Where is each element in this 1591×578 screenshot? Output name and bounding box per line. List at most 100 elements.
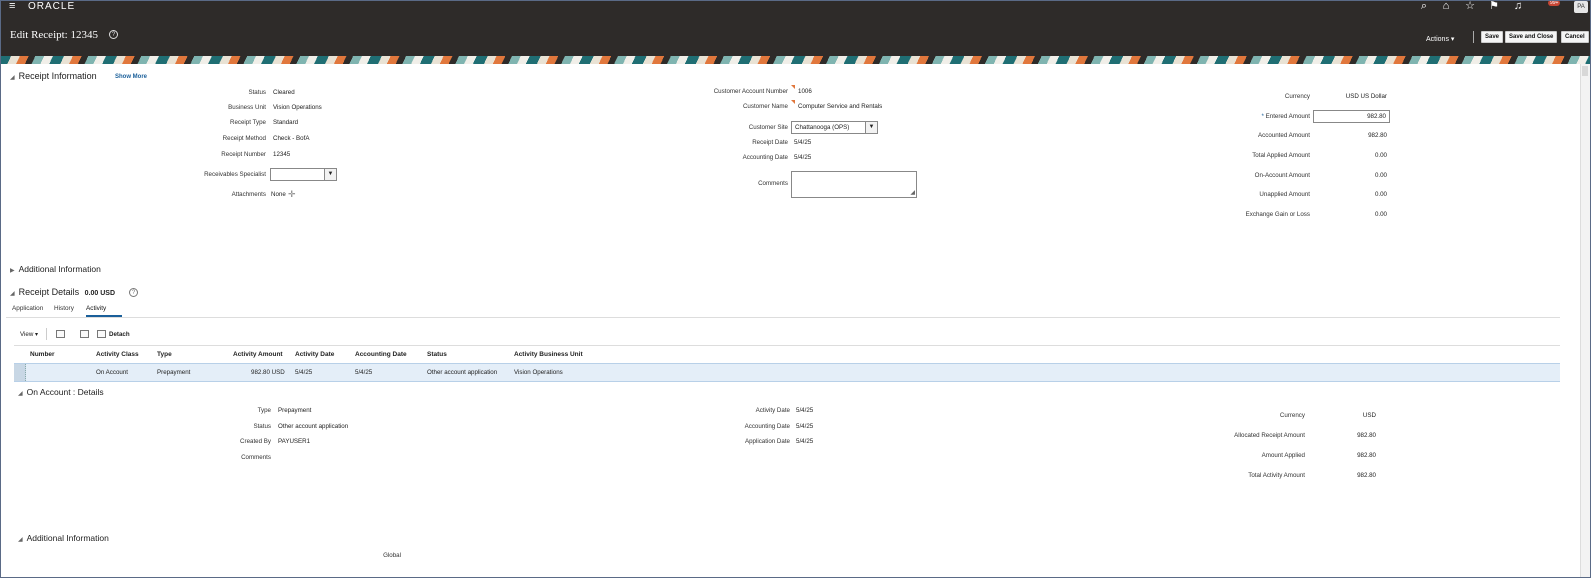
customer-account-number-value[interactable]: 1006 xyxy=(798,88,812,95)
unapplied-amount-label: Unapplied Amount xyxy=(1259,191,1310,198)
add-attachment-icon[interactable]: ✛ xyxy=(288,190,296,199)
view-menu[interactable]: View ▾ xyxy=(20,331,38,338)
wrap-icon[interactable] xyxy=(80,330,89,338)
column-header-accounting-date[interactable]: Accounting Date xyxy=(355,351,407,358)
total-applied-amount-value: 0.00 xyxy=(1374,152,1387,159)
label-text: Entered Amount xyxy=(1265,113,1310,120)
oracle-logo[interactable]: ORACLE xyxy=(28,1,75,12)
tab-application[interactable]: Application xyxy=(12,305,43,312)
section-title: On Account : Details xyxy=(26,387,104,397)
customer-account-number-label: Customer Account Number xyxy=(713,88,788,95)
on-account-details-header[interactable]: ◢ On Account : Details xyxy=(18,387,104,397)
column-header-activity-business-unit[interactable]: Activity Business Unit xyxy=(514,351,583,358)
cell-status: Other account application xyxy=(427,369,498,376)
changed-indicator-icon xyxy=(791,85,795,89)
status-value: Other account application xyxy=(278,423,349,430)
section-title: Additional Information xyxy=(26,533,109,543)
search-icon[interactable]: ⌕ xyxy=(1417,0,1431,14)
accounting-date-label: Accounting Date xyxy=(744,423,790,430)
scrollbar-thumb[interactable] xyxy=(1582,66,1588,76)
menu-icon[interactable]: ≡ xyxy=(9,1,15,12)
receipt-date-value: 5/4/25 xyxy=(794,139,812,146)
amount-applied-label: Amount Applied xyxy=(1261,452,1305,459)
collapse-icon[interactable]: ◢ xyxy=(10,74,15,81)
accounting-date-value: 5/4/25 xyxy=(796,423,814,430)
status-value: Cleared xyxy=(273,89,295,96)
decorative-banner xyxy=(0,56,1591,64)
actions-menu[interactable]: Actions ▾ xyxy=(1426,35,1454,43)
star-icon[interactable]: ☆ xyxy=(1463,0,1477,14)
chevron-down-icon[interactable]: ▼ xyxy=(324,169,336,180)
column-header-type[interactable]: Type xyxy=(157,351,172,358)
vertical-scrollbar[interactable] xyxy=(1580,64,1590,578)
cancel-button[interactable]: Cancel xyxy=(1561,31,1589,43)
flag-icon[interactable]: ⚑ xyxy=(1487,0,1501,14)
global-label: Global xyxy=(383,552,401,559)
tab-history[interactable]: History xyxy=(54,305,74,312)
receivables-specialist-select[interactable]: ▼ xyxy=(270,168,337,181)
receipt-information-header[interactable]: ◢ Receipt Information xyxy=(10,71,97,81)
collapse-icon[interactable]: ◢ xyxy=(18,390,23,397)
divider xyxy=(14,345,1560,346)
column-header-number[interactable]: Number xyxy=(30,351,55,358)
type-value: Prepayment xyxy=(278,407,312,414)
accounting-date-label: Accounting Date xyxy=(742,154,788,161)
cell-business-unit: Vision Operations xyxy=(514,369,563,376)
table-row[interactable] xyxy=(14,363,1560,382)
receipt-details-amount: 0.00 USD xyxy=(84,290,116,297)
detach-icon[interactable] xyxy=(97,330,106,338)
cell-activity-class: On Account xyxy=(96,369,128,376)
row-selector[interactable] xyxy=(14,364,26,381)
section-title: Additional Information xyxy=(18,264,101,274)
status-label: Status xyxy=(248,89,266,96)
entered-amount-input[interactable]: 982.80 xyxy=(1313,110,1390,123)
detach-button[interactable]: Detach xyxy=(109,331,130,338)
cell-accounting-date: 5/4/25 xyxy=(355,369,373,376)
freeze-icon[interactable] xyxy=(56,330,65,338)
receipt-number-label: Receipt Number xyxy=(221,151,266,158)
additional-information-header-2[interactable]: ◢ Additional Information xyxy=(18,533,109,543)
help-icon[interactable]: ? xyxy=(109,30,118,39)
type-label: Type xyxy=(257,407,271,414)
additional-information-header[interactable]: ▶ Additional Information xyxy=(10,264,101,274)
collapse-icon[interactable]: ◢ xyxy=(18,536,23,543)
page-header: Edit Receipt: 12345 ? Actions ▾ Save Sav… xyxy=(0,14,1591,56)
bell-icon[interactable]: ♫ xyxy=(1511,0,1525,14)
comments-textarea[interactable]: ◢ xyxy=(791,171,917,198)
divider xyxy=(6,317,1560,318)
collapse-icon[interactable]: ◢ xyxy=(10,290,15,297)
select-value: Chattanooga (OPS) xyxy=(795,124,850,131)
help-icon[interactable]: ? xyxy=(129,288,138,297)
cell-activity-amount: 982.80 USD xyxy=(251,369,285,376)
home-icon[interactable]: ⌂ xyxy=(1439,0,1453,14)
resize-grip-icon[interactable]: ◢ xyxy=(910,189,915,196)
save-button[interactable]: Save xyxy=(1481,31,1504,43)
currency-label: Currency xyxy=(1284,93,1310,100)
activity-date-value: 5/4/25 xyxy=(796,407,814,414)
receipt-type-value: Standard xyxy=(273,119,299,126)
expand-icon[interactable]: ▶ xyxy=(10,267,15,274)
cell-activity-date: 5/4/25 xyxy=(295,369,313,376)
save-and-close-button[interactable]: Save and Close xyxy=(1505,31,1558,43)
avatar[interactable]: PA xyxy=(1574,1,1588,13)
column-header-activity-amount[interactable]: Activity Amount xyxy=(233,351,283,358)
show-more-link[interactable]: Show More xyxy=(115,74,147,80)
application-date-label: Application Date xyxy=(744,438,790,445)
tab-activity[interactable]: Activity xyxy=(86,305,106,312)
comments-label: Comments xyxy=(758,180,788,187)
on-account-amount-value: 0.00 xyxy=(1374,172,1387,179)
divider xyxy=(1473,31,1474,43)
column-header-activity-class[interactable]: Activity Class xyxy=(96,351,139,358)
accounting-date-value: 5/4/25 xyxy=(794,154,812,161)
page-title: Edit Receipt: 12345 xyxy=(10,29,98,41)
chevron-down-icon[interactable]: ▼ xyxy=(865,122,877,133)
window-frame xyxy=(0,0,1591,578)
customer-site-select[interactable]: Chattanooga (OPS) ▼ xyxy=(791,121,878,134)
customer-name-value[interactable]: Computer Service and Rentals xyxy=(798,103,882,110)
column-header-status[interactable]: Status xyxy=(427,351,447,358)
column-header-activity-date[interactable]: Activity Date xyxy=(295,351,334,358)
receipt-details-header[interactable]: ◢ Receipt Details 0.00 USD xyxy=(10,287,115,297)
attachments-label: Attachments xyxy=(231,191,266,198)
receipt-number-value: 12345 xyxy=(273,151,291,158)
notification-badge: 99+ xyxy=(1548,0,1561,6)
